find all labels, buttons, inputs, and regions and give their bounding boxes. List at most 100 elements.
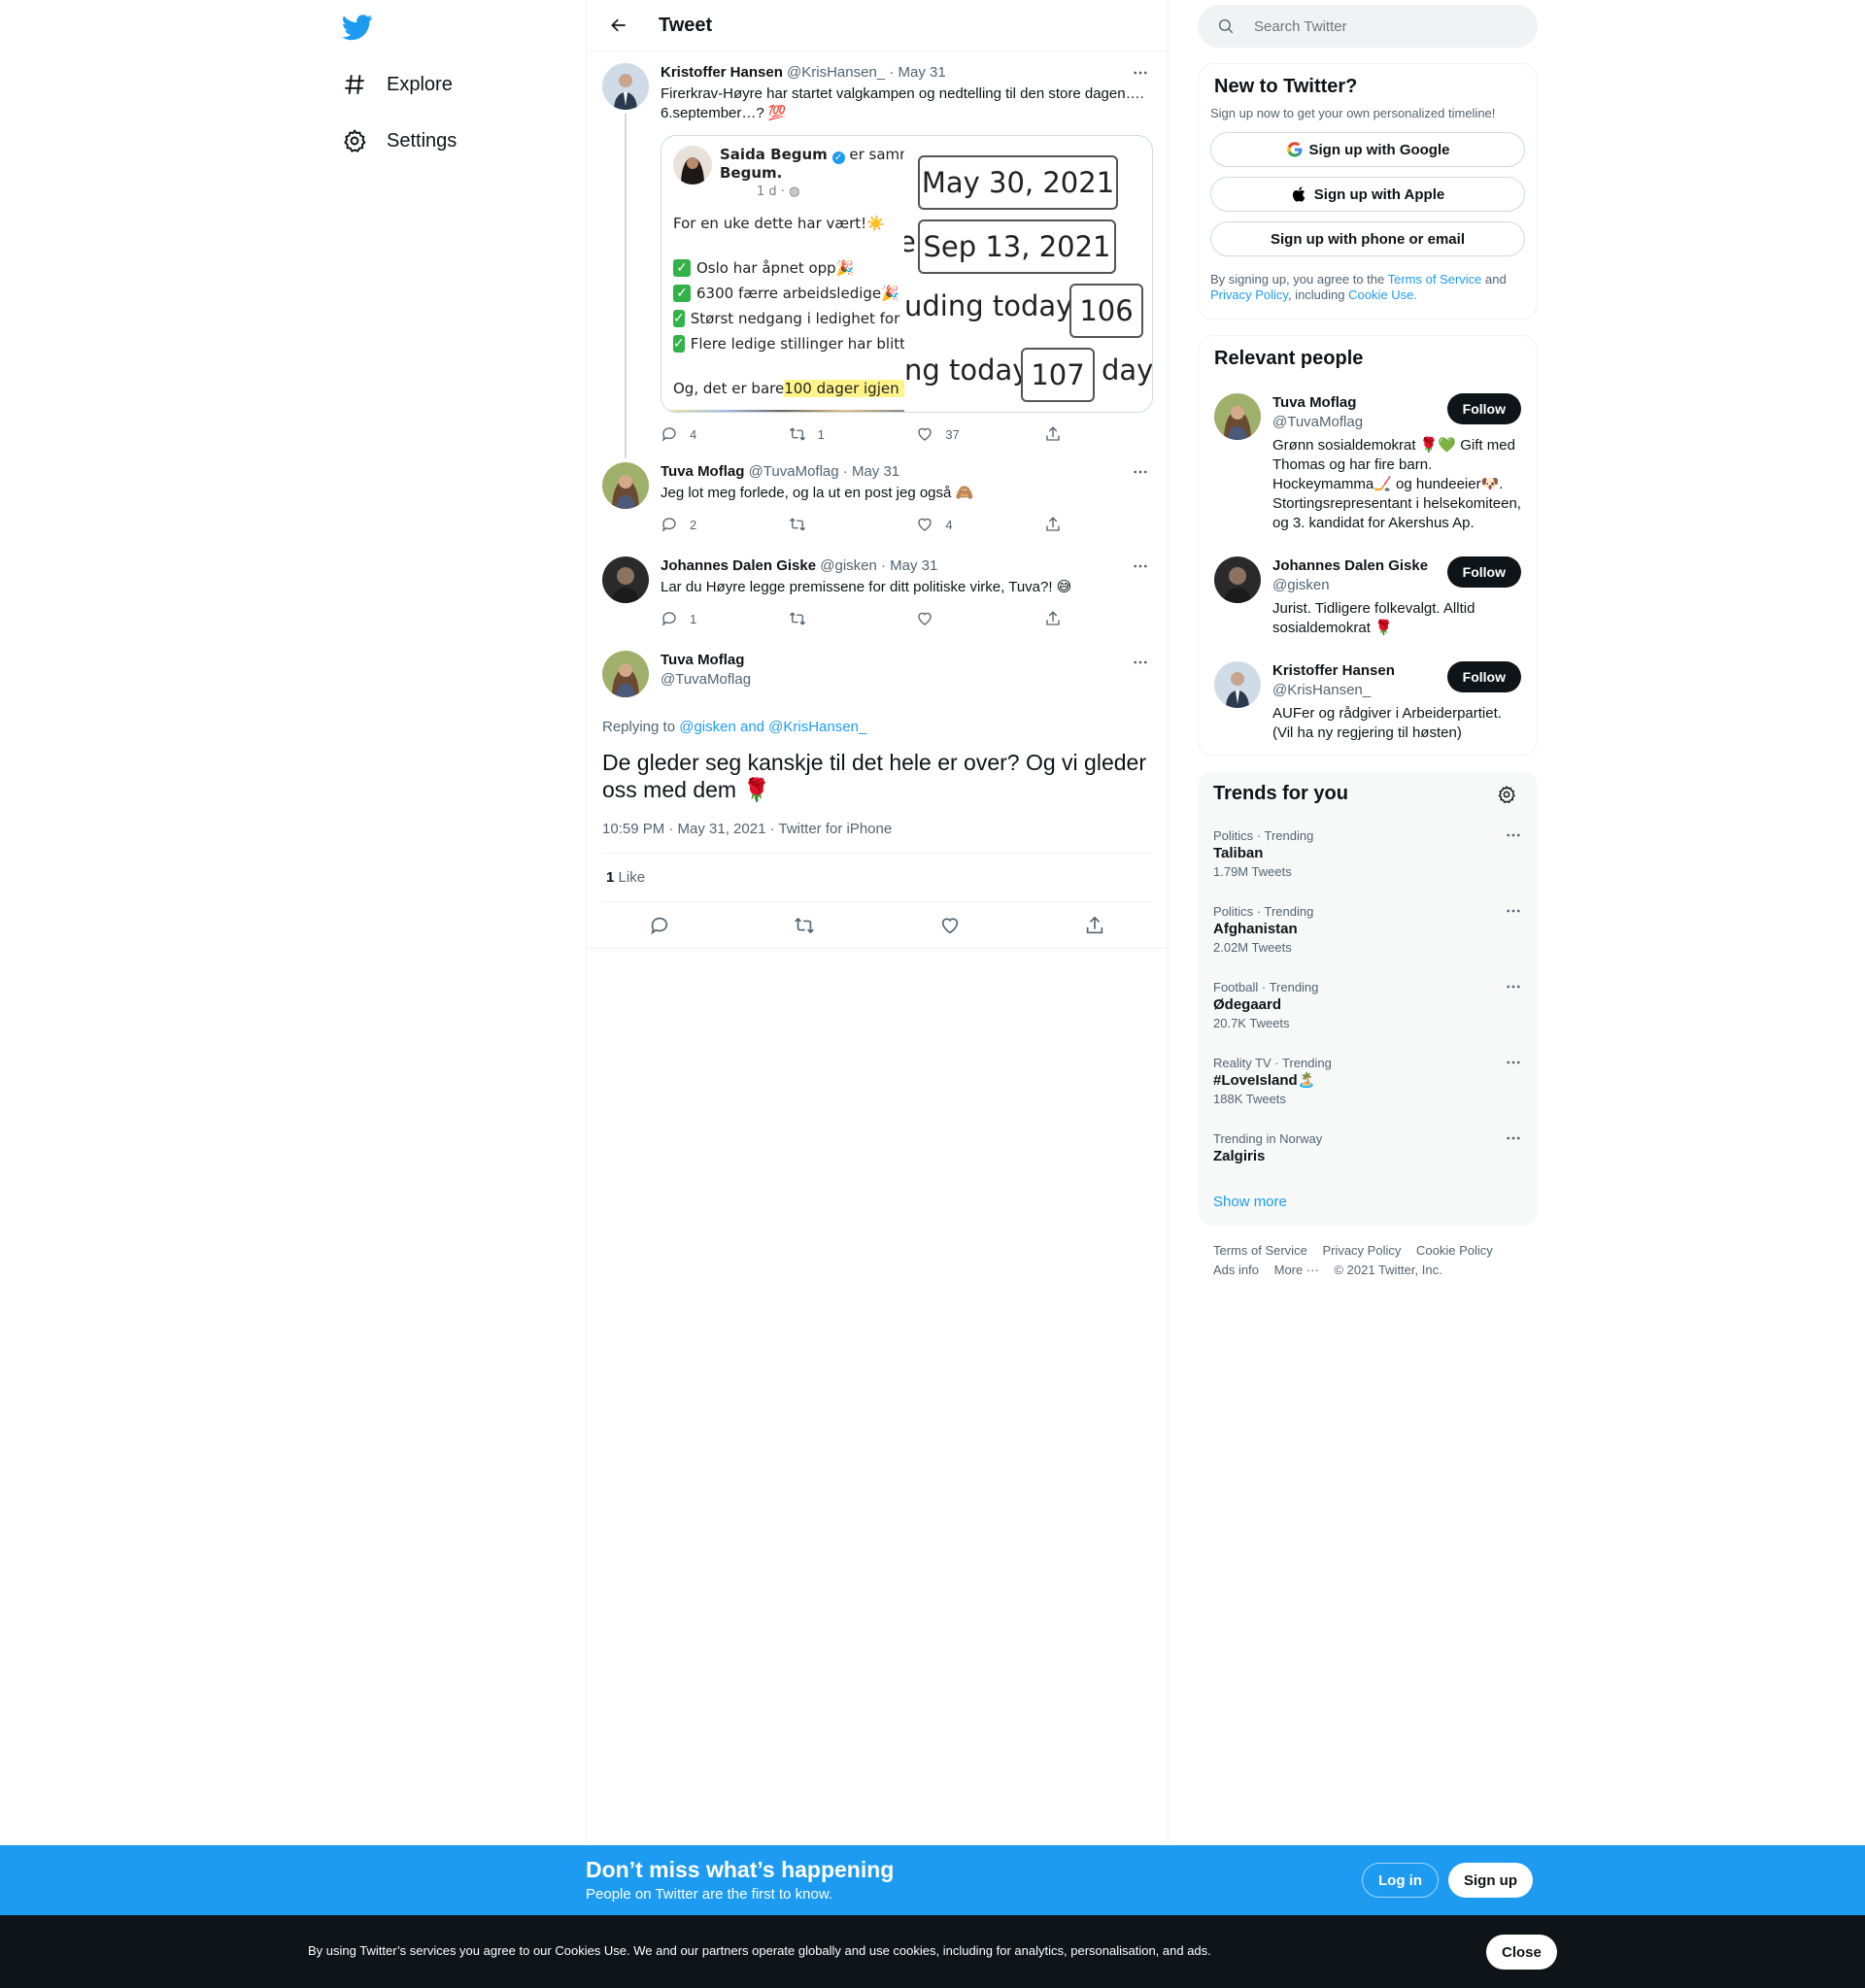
replying-users-link[interactable]: @gisken and @KrisHansen_ (679, 719, 866, 735)
twitter-logo-icon[interactable] (341, 12, 373, 43)
retweet-button[interactable] (789, 610, 847, 627)
trend-item[interactable]: Politics · Trending Afghanistan 2.02M Tw… (1198, 893, 1538, 968)
avatar[interactable] (602, 556, 649, 603)
show-more-link[interactable]: Show more (1198, 1178, 1538, 1226)
more-icon[interactable] (1129, 555, 1152, 578)
retweet-button[interactable]: 1 (789, 425, 847, 443)
trend-item[interactable]: Politics · Trending Taliban 1.79M Tweets (1198, 817, 1538, 893)
thread-tweet[interactable]: Johannes Dalen Giske @gisken · May 31 La… (587, 545, 1168, 639)
tweet-media-image[interactable]: Saida Begum ✓ er sammen Begum. 1 d · ◍ F… (661, 135, 1153, 413)
focused-tweet-text: De gleder seg kanskje til det hele er ov… (602, 750, 1146, 802)
signup-google-button[interactable]: Sign up with Google (1210, 132, 1525, 167)
share-button[interactable] (1044, 425, 1073, 443)
signup-apple-button[interactable]: Sign up with Apple (1210, 177, 1525, 212)
author-name[interactable]: Tuva Moflag (661, 463, 744, 480)
avatar[interactable] (1214, 556, 1261, 603)
checkmark-icon: ✓ (673, 259, 691, 277)
avatar[interactable] (602, 462, 649, 509)
terms-link[interactable]: Terms of Service (1388, 272, 1482, 286)
tweet-date[interactable]: · May 31 (843, 463, 899, 480)
checkmark-icon: ✓ (673, 310, 685, 327)
footer-terms-link[interactable]: Terms of Service (1213, 1243, 1307, 1258)
author-handle[interactable]: @TuvaMoflag (661, 670, 751, 690)
more-icon[interactable] (1505, 902, 1522, 926)
trend-name: #LoveIsland🏝️ (1213, 1072, 1316, 1089)
author-handle[interactable]: @gisken (820, 557, 877, 574)
reply-button[interactable]: 2 (661, 516, 719, 533)
reply-button[interactable]: 1 (661, 610, 719, 627)
person-item[interactable]: Kristoffer Hansen @KrisHansen_ AUFer og … (1199, 650, 1537, 755)
page-title: Tweet (659, 14, 713, 36)
like-button[interactable]: 37 (916, 425, 974, 443)
more-icon[interactable] (1505, 1054, 1522, 1077)
trend-category: Trending in Norway (1213, 1131, 1323, 1146)
avatar[interactable] (602, 651, 649, 697)
tweet-date[interactable]: · May 31 (889, 64, 945, 81)
trend-item[interactable]: Trending in Norway Zalgiris (1198, 1120, 1538, 1178)
reply-icon[interactable] (649, 915, 670, 936)
signup-subtitle: Sign up now to get your own personalized… (1210, 106, 1496, 120)
retweet-button[interactable] (789, 516, 847, 533)
focused-tweet-actions (587, 902, 1168, 949)
more-icon[interactable] (1505, 826, 1522, 850)
trend-item[interactable]: Football · Trending Ødegaard 20.7K Tweet… (1198, 968, 1538, 1044)
heart-icon[interactable] (939, 915, 961, 936)
retweet-icon[interactable] (794, 915, 815, 936)
footer-privacy-link[interactable]: Privacy Policy (1322, 1243, 1401, 1258)
privacy-link[interactable]: Privacy Policy (1210, 287, 1288, 302)
close-button[interactable]: Close (1486, 1935, 1557, 1970)
reply-button[interactable]: 4 (661, 425, 719, 443)
banner-subtitle: People on Twitter are the first to know. (586, 1886, 833, 1903)
search-bar[interactable] (1198, 5, 1538, 48)
cookie-link[interactable]: Cookie Use. (1348, 287, 1417, 302)
gear-icon[interactable] (1497, 785, 1516, 804)
avatar[interactable] (1214, 661, 1261, 708)
screenshot-right-panel: May 30, 2021 e Sep 13, 2021 uding today,… (904, 136, 1152, 412)
more-icon[interactable] (1129, 61, 1152, 84)
tweet-timestamp[interactable]: 10:59 PM · May 31, 2021 · Twitter for iP… (602, 821, 1152, 854)
footer-cookie-link[interactable]: Cookie Policy (1416, 1243, 1493, 1258)
author-name[interactable]: Johannes Dalen Giske (661, 557, 816, 574)
header-bar: Tweet (587, 0, 1168, 51)
author-handle[interactable]: @KrisHansen_ (787, 64, 885, 81)
search-input[interactable] (1254, 17, 1507, 35)
signup-phone-button[interactable]: Sign up with phone or email (1210, 221, 1525, 256)
more-icon[interactable] (1505, 978, 1522, 1001)
trend-item[interactable]: Reality TV · Trending #LoveIsland🏝️ 188K… (1198, 1044, 1538, 1120)
author-name[interactable]: Tuva Moflag (661, 652, 744, 668)
share-icon (1046, 517, 1060, 531)
more-icon[interactable] (1505, 1129, 1522, 1153)
nav-explore[interactable]: Explore (340, 60, 464, 109)
nav-settings[interactable]: Settings (340, 117, 468, 165)
signup-button[interactable]: Sign up (1448, 1863, 1533, 1898)
person-name: Tuva Moflag (1272, 394, 1357, 411)
share-icon[interactable] (1084, 915, 1105, 936)
focused-tweet: Tuva Moflag @TuvaMoflag Replying to @gis… (587, 639, 1168, 949)
footer-ads-link[interactable]: Ads info (1213, 1263, 1259, 1277)
login-button[interactable]: Log in (1362, 1863, 1439, 1898)
tweet-date[interactable]: · May 31 (881, 557, 937, 574)
back-button[interactable] (602, 9, 635, 42)
author-name[interactable]: Kristoffer Hansen (661, 64, 783, 81)
share-button[interactable] (1044, 610, 1073, 627)
follow-button[interactable]: Follow (1446, 556, 1521, 588)
thread-tweet[interactable]: Kristoffer Hansen @KrisHansen_ · May 31 … (587, 51, 1168, 458)
share-button[interactable] (1044, 516, 1073, 533)
like-button[interactable]: 4 (916, 516, 974, 533)
quote-author-row: Saida Begum ✓ er sammen Begum. 1 d · ◍ (673, 146, 932, 201)
like-button[interactable] (916, 610, 974, 627)
thread-tweet[interactable]: Tuva Moflag @TuvaMoflag · May 31 Jeg lot… (587, 451, 1168, 545)
avatar[interactable] (1214, 393, 1261, 440)
quote-avatar (673, 146, 712, 185)
person-item[interactable]: Johannes Dalen Giske @gisken Jurist. Tid… (1199, 545, 1537, 650)
avatar[interactable] (602, 63, 649, 110)
more-icon[interactable] (1129, 651, 1152, 674)
signup-apple-label: Sign up with Apple (1313, 185, 1445, 203)
person-item[interactable]: Tuva Moflag @TuvaMoflag Grønn sosialdemo… (1199, 382, 1537, 545)
likes-count[interactable]: 1 Like (602, 854, 1152, 902)
follow-button[interactable]: Follow (1446, 661, 1521, 692)
author-handle[interactable]: @TuvaMoflag (749, 463, 839, 480)
more-icon[interactable] (1129, 460, 1152, 484)
footer-more-link[interactable]: More ··· (1274, 1263, 1319, 1277)
follow-button[interactable]: Follow (1446, 393, 1521, 424)
